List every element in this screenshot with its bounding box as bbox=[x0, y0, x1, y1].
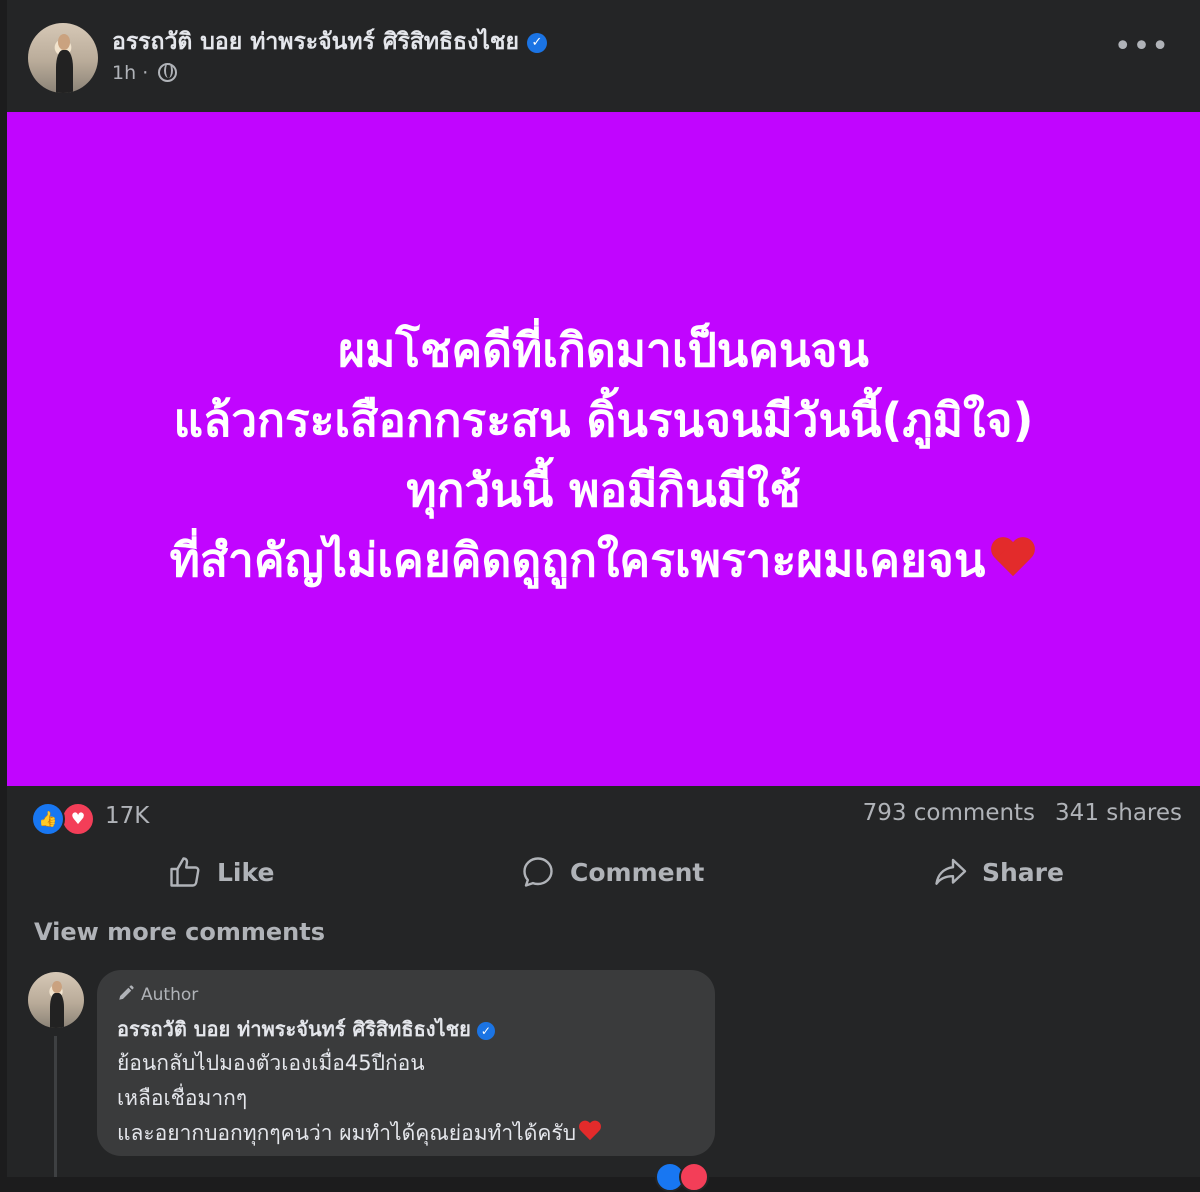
red-heart-icon bbox=[578, 1121, 602, 1143]
author-avatar[interactable] bbox=[28, 23, 98, 93]
commenter-avatar[interactable] bbox=[28, 972, 84, 1028]
reactions-summary: 👍 ♥ 17K 793 comments 341 shares bbox=[7, 790, 1200, 846]
post-time[interactable]: 1h bbox=[112, 62, 136, 84]
post-meta: 1h · bbox=[112, 62, 178, 84]
share-arrow-icon bbox=[935, 858, 967, 885]
comment-bubble-icon bbox=[523, 857, 553, 887]
comment-line-2: เหลือเชื่อมากๆ bbox=[117, 1086, 248, 1110]
like-reaction-icon: 👍 bbox=[31, 802, 65, 836]
comment-line-1: ย้อนกลับไปมองตัวเองเมื่อ45ปีก่อน bbox=[117, 1051, 425, 1075]
post-line-2: แล้วกระเสือกกระสน ดิ้นรนจนมีวันนี้(ภูมิใ… bbox=[173, 393, 1034, 447]
comment-bubble: Author อรรถวัติ บอย ท่าพระจันทร์ ศิริสิท… bbox=[97, 970, 715, 1156]
comment-text: ย้อนกลับไปมองตัวเองเมื่อ45ปีก่อน เหลือเช… bbox=[117, 1046, 602, 1151]
author-badge-label: Author bbox=[141, 985, 199, 1005]
reaction-count[interactable]: 17K bbox=[105, 803, 149, 829]
comment-button[interactable]: Comment bbox=[520, 846, 704, 898]
comment-label: Comment bbox=[570, 857, 705, 887]
post-background[interactable]: ผมโชคดีที่เกิดมาเป็นคนจน แล้วกระเสือกกระ… bbox=[7, 112, 1200, 786]
author-name-row: อรรถวัติ บอย ท่าพระจันทร์ ศิริสิทธิธงไชย… bbox=[112, 24, 547, 60]
comment-love-reaction-icon bbox=[679, 1162, 709, 1192]
like-label: Like bbox=[217, 857, 275, 887]
author-badge: Author bbox=[117, 984, 198, 1005]
share-button[interactable]: Share bbox=[932, 846, 1064, 898]
post-text: ผมโชคดีที่เกิดมาเป็นคนจน แล้วกระเสือกกระ… bbox=[170, 315, 1038, 595]
comment-line-3: และอยากบอกทุกๆคนว่า ผมทำได้คุณย่อมทำได้ค… bbox=[117, 1121, 577, 1145]
verified-badge-icon: ✓ bbox=[526, 33, 547, 53]
post-header: อรรถวัติ บอย ท่าพระจันทร์ ศิริสิทธิธงไชย… bbox=[7, 0, 1200, 112]
reaction-icons[interactable]: 👍 ♥ bbox=[31, 802, 99, 836]
shares-count[interactable]: 341 shares bbox=[1055, 800, 1182, 826]
avatar-body bbox=[56, 49, 73, 93]
globe-icon bbox=[158, 63, 178, 82]
thumbs-up-icon bbox=[170, 857, 200, 887]
comment-line-3-row: และอยากบอกทุกๆคนว่า ผมทำได้คุณย่อมทำได้ค… bbox=[117, 1116, 602, 1151]
post-line-4: ที่สำคัญไม่เคยคิดดูถูกใครเพราะผมเคยจน bbox=[169, 533, 986, 587]
post-line-4-row: ที่สำคัญไม่เคยคิดดูถูกใครเพราะผมเคยจน bbox=[170, 525, 1038, 595]
avatar-head bbox=[52, 980, 62, 994]
meta-separator: · bbox=[142, 62, 149, 84]
commenter-name-row: อรรถวัติ บอย ท่าพระจันทร์ ศิริสิทธิธงไชย… bbox=[117, 1013, 495, 1045]
red-heart-icon bbox=[989, 538, 1037, 580]
pencil-icon bbox=[119, 985, 134, 1000]
avatar-head bbox=[58, 34, 70, 50]
author-name[interactable]: อรรถวัติ บอย ท่าพระจันทร์ ศิริสิทธิธงไชย bbox=[112, 29, 519, 55]
like-button[interactable]: Like bbox=[167, 846, 274, 898]
post-line-1: ผมโชคดีที่เกิดมาเป็นคนจน bbox=[338, 323, 869, 377]
post-line-3: ทุกวันนี้ พอมีกินมีใช้ bbox=[406, 463, 801, 517]
reply-thread-line bbox=[54, 1036, 57, 1177]
comments-count[interactable]: 793 comments bbox=[863, 800, 1035, 826]
action-bar: Like Comment Share bbox=[7, 846, 1200, 898]
share-label: Share bbox=[982, 857, 1064, 887]
engagement-counts: 793 comments 341 shares bbox=[863, 800, 1182, 826]
commenter-name[interactable]: อรรถวัติ บอย ท่าพระจันทร์ ศิริสิทธิธงไชย bbox=[117, 1017, 471, 1041]
post-card: อรรถวัติ บอย ท่าพระจันทร์ ศิริสิทธิธงไชย… bbox=[7, 0, 1200, 1192]
avatar-body bbox=[50, 993, 64, 1028]
love-reaction-icon: ♥ bbox=[61, 802, 95, 836]
more-options-icon[interactable]: ••• bbox=[1114, 32, 1170, 62]
view-more-comments-link[interactable]: View more comments bbox=[34, 918, 325, 946]
verified-badge-icon: ✓ bbox=[476, 1022, 495, 1040]
